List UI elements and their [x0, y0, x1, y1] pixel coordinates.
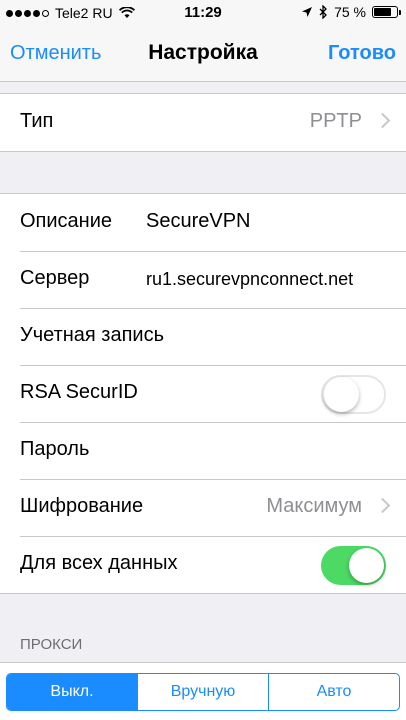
all-data-label: Для всех данных: [20, 552, 178, 574]
type-row[interactable]: Тип PPTP: [0, 94, 406, 151]
description-row[interactable]: Описание SecureVPN: [0, 194, 406, 251]
type-label: Тип: [20, 110, 54, 132]
rsa-securid-label: RSA SecurID: [20, 381, 138, 403]
account-label: Учетная запись: [20, 324, 165, 346]
chevron-right-icon: [374, 112, 391, 129]
server-label: Сервер: [20, 267, 90, 289]
server-field[interactable]: ru1.securevpnconnect.net: [146, 269, 353, 290]
encryption-label: Шифрование: [20, 495, 144, 517]
server-row[interactable]: Сервер ru1.securevpnconnect.net: [0, 251, 406, 308]
password-label: Пароль: [20, 438, 90, 460]
description-field[interactable]: SecureVPN: [146, 210, 251, 233]
bluetooth-icon: [319, 5, 327, 19]
rsa-securid-row: RSA SecurID: [0, 365, 406, 422]
cancel-button[interactable]: Отменить: [10, 42, 101, 65]
account-row[interactable]: Учетная запись: [0, 308, 406, 365]
proxy-section-header: ПРОКСИ: [20, 636, 83, 653]
encryption-value: Максимум: [266, 495, 362, 517]
proxy-option-off[interactable]: Выкл.: [7, 674, 137, 710]
battery-icon: [372, 6, 401, 18]
encryption-row[interactable]: Шифрование Максимум: [0, 479, 406, 536]
navigation-bar: Отменить Настройка Готово: [0, 26, 406, 82]
all-data-toggle[interactable]: [321, 546, 386, 585]
location-arrow-icon: [302, 7, 313, 17]
proxy-segmented-control: Выкл. Вручную Авто: [6, 673, 400, 711]
done-button[interactable]: Готово: [328, 42, 396, 65]
status-bar: Tele2 RU 11:29 75 %: [0, 0, 406, 26]
proxy-option-auto[interactable]: Авто: [268, 674, 399, 710]
rsa-securid-toggle[interactable]: [321, 375, 386, 414]
type-value: PPTP: [309, 110, 362, 132]
status-right: 75 %: [301, 4, 401, 20]
proxy-group: Выкл. Вручную Авто: [0, 662, 406, 720]
type-group: Тип PPTP: [0, 93, 406, 152]
settings-group: Описание SecureVPN Сервер ru1.securevpnc…: [0, 193, 406, 594]
battery-percent: 75 %: [334, 4, 366, 20]
toggle-knob: [324, 377, 359, 412]
chevron-right-icon: [374, 497, 391, 514]
proxy-option-manual[interactable]: Вручную: [137, 674, 268, 710]
toggle-knob: [349, 548, 384, 583]
battery-fill: [374, 8, 391, 16]
description-label: Описание: [20, 210, 113, 232]
password-row[interactable]: Пароль: [0, 422, 406, 479]
all-data-row: Для всех данных: [0, 536, 406, 593]
